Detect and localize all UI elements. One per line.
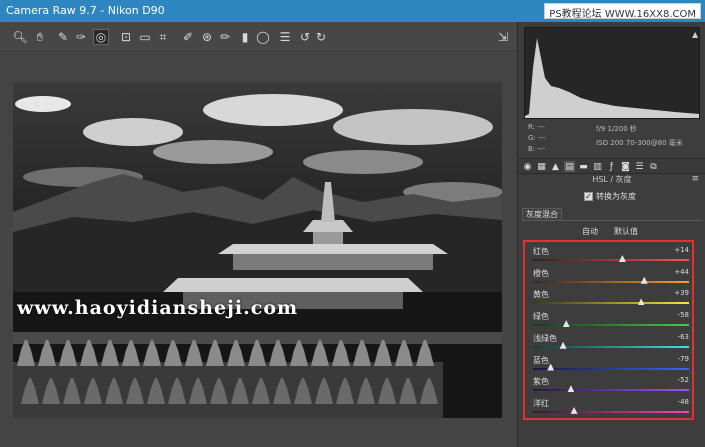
panel-menu-icon[interactable]: ≡ (691, 174, 699, 184)
slider-track[interactable] (533, 302, 689, 305)
slider-row: 黄色 +39 (533, 289, 691, 311)
slider-row: 洋红 -48 (533, 398, 691, 420)
rotate-left-icon[interactable]: ↺ (297, 29, 313, 45)
radial-filter-icon[interactable]: ◯ (255, 29, 271, 45)
slider-value[interactable]: +14 (674, 246, 689, 254)
b-value: B: --- (528, 145, 545, 153)
hand-icon[interactable]: ✋︎ (32, 29, 48, 45)
slider-row: 绿色 -58 (533, 311, 691, 333)
monastery-photo (13, 82, 502, 418)
slider-label: 红色 (533, 247, 549, 256)
presets-tab-icon[interactable]: ☰ (634, 161, 645, 172)
slider-row: 浅绿色 -63 (533, 333, 691, 355)
hsl-tab-icon[interactable]: ▤ (564, 161, 575, 172)
tone-curve-tab-icon[interactable]: ▦ (536, 161, 547, 172)
slider-label: 绿色 (533, 312, 549, 322)
exposure-info: f/9 1/200 秒 (596, 125, 637, 133)
slider-label: 浅绿色 (533, 333, 557, 343)
transform-icon[interactable]: ⌗ (155, 29, 171, 45)
auto-button[interactable]: 自动 (582, 226, 598, 237)
slider-label: 紫色 (533, 377, 549, 387)
basic-tab-icon[interactable]: ◉ (522, 161, 533, 172)
rgb-readout: R: --- G: --- B: --- (528, 122, 546, 155)
slider-label: 蓝色 (533, 355, 549, 365)
slider-value[interactable]: -58 (678, 311, 689, 319)
r-value: R: --- (528, 123, 545, 131)
toolbar: 🔍︎ ✋︎ ✎ ✑ ◎ ⊡ ▭ ⌗ ✐ ⊛ ✏ ▮ ◯ ☰ ↺ ↻ ⇲ (0, 22, 517, 52)
histogram: ▲ (524, 27, 700, 119)
rotate-right-icon[interactable]: ↻ (313, 29, 329, 45)
convert-label: 转换为灰度 (596, 192, 636, 201)
straighten-icon[interactable]: ▭ (137, 29, 153, 45)
split-toning-tab-icon[interactable]: ▬ (578, 161, 589, 172)
settings-panel: ▲ R: --- G: --- B: --- f/9 1/200 秒 ISO 2… (517, 22, 705, 447)
slider-label: 洋红 (533, 398, 549, 408)
convert-grayscale-toggle[interactable]: ✓ 转换为灰度 (584, 191, 636, 202)
slider-track[interactable] (533, 367, 689, 370)
tab-grayscale-mix[interactable]: 灰度混合 (522, 208, 562, 220)
highlight-clipping-icon[interactable]: ▲ (692, 30, 698, 42)
slider-value[interactable]: +44 (674, 268, 689, 276)
red-eye-icon[interactable]: ⊛ (199, 29, 215, 45)
white-balance-icon[interactable]: ✎ (55, 29, 71, 45)
zoom-icon[interactable]: 🔍︎ (12, 29, 28, 45)
default-button[interactable]: 默认值 (614, 226, 638, 237)
slider-row: 紫色 -52 (533, 376, 691, 398)
slider-track[interactable] (533, 389, 689, 392)
title-bar: Camera Raw 9.7 - Nikon D90 PS教程论坛 WWW.16… (0, 0, 705, 22)
window-title: Camera Raw 9.7 - Nikon D90 (6, 4, 165, 17)
color-sampler-icon[interactable]: ✑ (73, 29, 89, 45)
g-value: G: --- (528, 134, 546, 142)
convert-checkbox[interactable]: ✓ (584, 192, 593, 201)
graduated-filter-icon[interactable]: ▮ (237, 29, 253, 45)
slider-row: 蓝色 -79 (533, 355, 691, 377)
preview-image[interactable]: www.haoyidiansheji.com (13, 82, 502, 418)
slider-value[interactable]: -52 (678, 376, 689, 384)
section-title: HSL / 灰度 (592, 175, 632, 184)
slider-value[interactable]: -79 (678, 355, 689, 363)
fullscreen-icon[interactable]: ⇲ (495, 29, 511, 45)
slider-track[interactable] (533, 324, 689, 327)
detail-tab-icon[interactable]: ▲ (550, 161, 561, 172)
lens-tab-icon[interactable]: ▥ (592, 161, 603, 172)
slider-value[interactable]: +39 (674, 289, 689, 297)
slider-value[interactable]: -48 (678, 398, 689, 406)
preferences-icon[interactable]: ☰ (277, 29, 293, 45)
slider-label: 橙色 (533, 268, 549, 278)
slider-row: 橙色 +44 (533, 268, 691, 290)
slider-row: 红色 +14 (533, 246, 691, 268)
crop-icon[interactable]: ⊡ (118, 29, 134, 45)
targeted-adjustment-icon[interactable]: ◎ (93, 29, 109, 45)
slider-track[interactable] (533, 345, 689, 348)
subtab-divider (522, 220, 702, 221)
snapshots-tab-icon[interactable]: ⧉ (648, 161, 659, 172)
effects-tab-icon[interactable]: ƒ (606, 161, 617, 172)
adjustment-brush-icon[interactable]: ✏ (217, 29, 233, 45)
image-viewer: www.haoyidiansheji.com (0, 52, 517, 447)
camera-calibration-tab-icon[interactable]: ◙ (620, 161, 631, 172)
slider-track[interactable] (533, 259, 689, 261)
site-watermark: www.haoyidiansheji.com (17, 297, 299, 319)
camera-info: R: --- G: --- B: --- f/9 1/200 秒 ISO 200… (518, 120, 705, 156)
spot-removal-icon[interactable]: ✐ (180, 29, 196, 45)
slider-label: 黄色 (533, 290, 549, 300)
slider-track[interactable] (533, 280, 689, 283)
slider-value[interactable]: -63 (678, 333, 689, 341)
grayscale-mix-sliders: 红色 +14 橙色 +44 黄色 +39 绿色 -58 浅绿色 -63 蓝色 -79 紫色 -52 洋红 -4… (523, 240, 694, 420)
forum-watermark: PS教程论坛 WWW.16XX8.COM (544, 3, 701, 20)
panel-tabs: ◉ ▦ ▲ ▤ ▬ ▥ ƒ ◙ ☰ ⧉ (518, 158, 705, 174)
iso-info: ISO 200 70-300@80 毫米 (596, 139, 683, 147)
histogram-graph (525, 38, 699, 118)
slider-track[interactable] (533, 410, 689, 413)
